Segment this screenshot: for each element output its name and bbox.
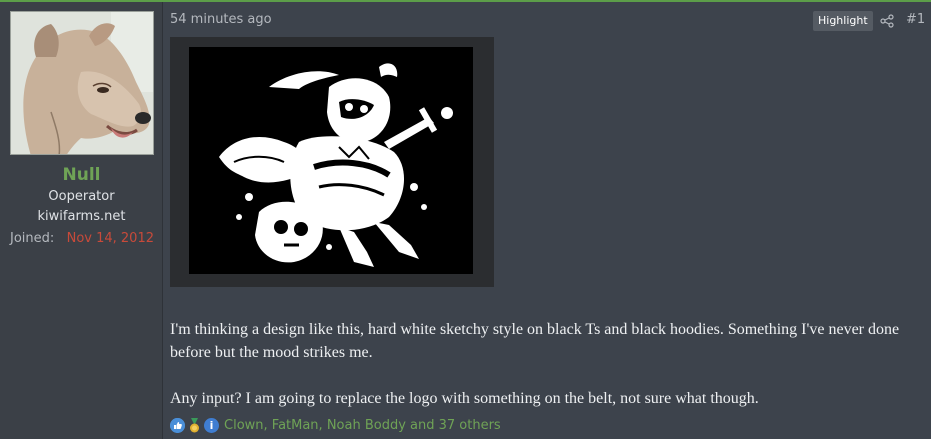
reactions-bar: i Clown, FatMan, Noah Boddy and 37 other…	[170, 415, 501, 435]
info-icon[interactable]: i	[204, 417, 219, 433]
user-info-panel: Null Ooperator kiwifarms.net Joined: Nov…	[0, 2, 163, 439]
dog-avatar-image	[11, 12, 153, 154]
user-site: kiwifarms.net	[37, 209, 126, 224]
username[interactable]: Null	[0, 165, 163, 185]
post-number-link[interactable]: #1	[906, 12, 925, 27]
joined-label: Joined:	[10, 231, 55, 246]
post-content-area: 54 minutes ago Highlight #1 I'm thinking…	[163, 2, 931, 439]
sketch-artwork-image	[189, 47, 473, 274]
post-image-attachment[interactable]	[170, 37, 494, 287]
reactions-list-link[interactable]: Clown, FatMan, Noah Boddy and 37 others	[224, 418, 501, 433]
joined-date: Nov 14, 2012	[66, 231, 154, 246]
post-paragraph-2: Any input? I am going to replace the log…	[170, 390, 759, 407]
medal-icon[interactable]	[187, 417, 202, 433]
forum-post: Null Ooperator kiwifarms.net Joined: Nov…	[0, 2, 931, 439]
share-icon[interactable]	[880, 14, 894, 28]
post-paragraph-1: I'm thinking a design like this, hard wh…	[170, 321, 900, 361]
post-body: I'm thinking a design like this, hard wh…	[170, 318, 931, 410]
like-icon[interactable]	[170, 417, 185, 433]
highlight-button[interactable]: Highlight	[813, 11, 873, 31]
avatar[interactable]	[10, 11, 154, 155]
post-timestamp[interactable]: 54 minutes ago	[170, 12, 272, 27]
user-title: Ooperator	[48, 189, 115, 204]
